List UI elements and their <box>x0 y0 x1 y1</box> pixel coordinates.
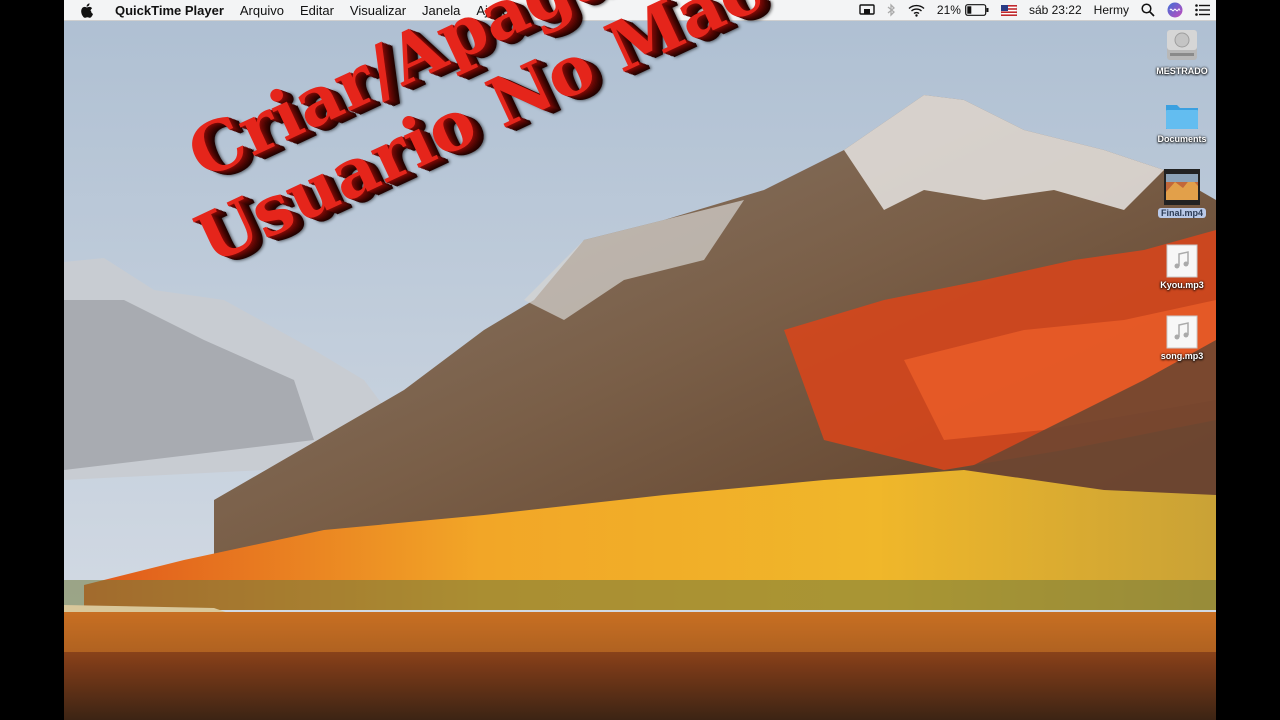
desktop-icon-label: Documents <box>1157 134 1207 144</box>
desktop-icon-label: Kyou.mp3 <box>1160 280 1204 290</box>
folder-icon <box>1166 105 1198 129</box>
audio-file-icon <box>1166 244 1198 278</box>
letterbox-right <box>1216 0 1280 720</box>
status-area: 21% sáb 23:22 Hermy <box>847 0 1210 20</box>
desktop-icon-label: song.mp3 <box>1160 351 1204 361</box>
battery-percent[interactable]: 21% <box>937 3 961 17</box>
desktop-icon-documents[interactable]: Documents <box>1137 100 1216 144</box>
audio-file-icon <box>1166 315 1198 349</box>
menu-app-name[interactable]: QuickTime Player <box>107 3 232 18</box>
desktop-icon-mestrado[interactable]: MESTRADO <box>1137 26 1216 76</box>
mac-screen: QuickTime Player Arquivo Editar Visualiz… <box>64 0 1216 720</box>
desktop-icon-song-mp3[interactable]: song.mp3 <box>1137 315 1216 361</box>
clock[interactable]: sáb 23:22 <box>1029 3 1082 17</box>
spotlight-search-icon[interactable] <box>1141 3 1155 17</box>
menu-editar[interactable]: Editar <box>292 3 342 18</box>
wifi-icon[interactable] <box>908 4 925 17</box>
desktop-icon-final-mp4[interactable]: Final.mp4 <box>1137 168 1216 218</box>
menu-arquivo[interactable]: Arquivo <box>232 3 292 18</box>
apple-menu-icon[interactable] <box>64 2 107 18</box>
bluetooth-icon[interactable] <box>887 3 896 17</box>
video-file-icon <box>1164 169 1200 205</box>
hard-drive-icon <box>1167 30 1197 60</box>
screen-mirroring-icon[interactable] <box>859 3 875 17</box>
desktop-icon-label: Final.mp4 <box>1157 208 1206 218</box>
desktop-icon-kyou-mp3[interactable]: Kyou.mp3 <box>1137 244 1216 290</box>
desktop-icon-label: MESTRADO <box>1156 66 1208 76</box>
user-name[interactable]: Hermy <box>1094 3 1129 17</box>
battery-icon[interactable] <box>965 4 989 16</box>
siri-icon[interactable] <box>1167 2 1183 18</box>
notification-center-icon[interactable] <box>1195 4 1210 16</box>
input-flag-icon[interactable] <box>1000 4 1017 16</box>
letterbox-left <box>0 0 64 720</box>
